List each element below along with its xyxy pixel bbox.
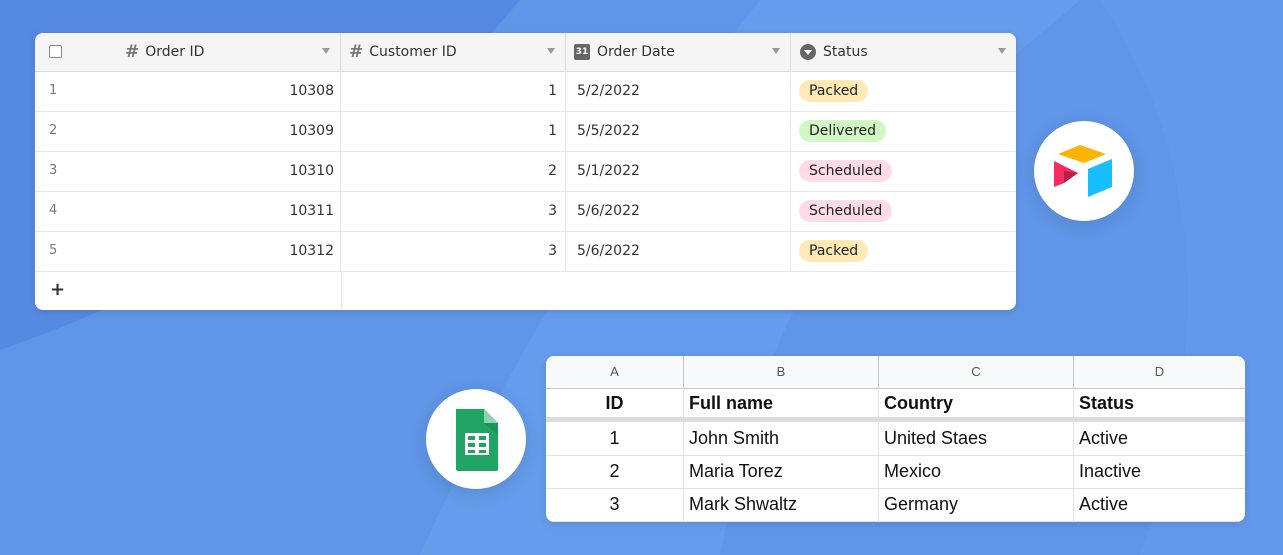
order-date-cell[interactable]: 5/6/2022 [566,231,791,271]
column-header-status[interactable]: Status [791,33,1016,71]
status-cell[interactable]: Packed [791,71,1016,111]
header-cell[interactable]: Full name [684,388,879,417]
country-cell[interactable]: Mexico [879,455,1074,488]
row-number: 2 [49,123,58,138]
column-divider [341,271,342,310]
column-letter-d[interactable]: D [1074,356,1245,388]
order-date-cell[interactable]: 5/5/2022 [566,111,791,151]
google-sheets-logo-icon [456,409,498,471]
order-date-cell[interactable]: 5/1/2022 [566,151,791,191]
full-name-cell[interactable]: Maria Torez [684,455,879,488]
column-header-order-date[interactable]: 31 Order Date [566,33,791,71]
status-cell[interactable]: Packed [791,231,1016,271]
row-number: 5 [49,243,58,258]
calendar-icon: 31 [574,44,590,60]
country-cell[interactable]: United Staes [879,422,1074,455]
order-id-cell[interactable]: 10309 [75,111,341,151]
table-header: # Order ID # Customer ID 31 Order Date S… [35,33,1016,72]
order-id-cell[interactable]: 10310 [75,151,341,191]
header-cell[interactable]: ID [546,388,684,417]
order-id-cell[interactable]: 10311 [75,191,341,231]
status-badge: Scheduled [799,200,893,222]
airtable-logo-badge [1034,121,1134,221]
chevron-down-icon[interactable] [322,48,330,54]
column-label: Status [823,44,868,60]
id-cell[interactable]: 3 [546,488,684,521]
chevron-down-icon[interactable] [772,48,780,54]
column-header-order-id[interactable]: # Order ID [75,33,341,71]
status-cell[interactable]: Active [1074,422,1245,455]
google-sheets-logo-badge [426,389,526,489]
status-badge: Scheduled [799,160,893,182]
status-badge: Packed [799,240,869,262]
column-letter-c[interactable]: C [879,356,1074,388]
add-record-button[interactable]: + [35,271,1016,310]
column-letters-bar: A B C D [546,356,1245,389]
column-header-customer-id[interactable]: # Customer ID [341,33,566,71]
header-cell[interactable]: Country [879,388,1074,417]
country-cell[interactable]: Germany [879,488,1074,521]
chevron-down-icon[interactable] [547,48,555,54]
status-cell[interactable]: Active [1074,488,1245,521]
table-row: 2 Maria Torez Mexico Inactive [546,455,1245,489]
column-label: Order ID [145,44,205,60]
status-cell[interactable]: Delivered [791,111,1016,151]
airtable-logo-icon [1054,145,1112,197]
hash-icon: # [349,42,364,62]
status-cell[interactable]: Inactive [1074,455,1245,488]
order-id-cell[interactable]: 10312 [75,231,341,271]
order-id-cell[interactable]: 10308 [75,71,341,111]
table-row: 3 Mark Shwaltz Germany Active [546,488,1245,522]
full-name-cell[interactable]: Mark Shwaltz [684,488,879,521]
select-all-checkbox[interactable] [49,45,62,58]
table-row[interactable]: 1 10308 1 5/2/2022 Packed [35,71,1016,112]
status-cell[interactable]: Scheduled [791,191,1016,231]
customer-id-cell[interactable]: 3 [341,191,566,231]
airtable-table: # Order ID # Customer ID 31 Order Date S… [35,33,1016,310]
row-number: 3 [49,163,58,178]
chevron-down-icon[interactable] [998,48,1006,54]
google-sheets-table: A B C D ID Full name Country Status 1 Joh… [546,356,1245,522]
single-select-icon [800,44,816,60]
header-cell[interactable]: Status [1074,388,1245,417]
select-all-cell [35,33,75,71]
id-cell[interactable]: 1 [546,422,684,455]
customer-id-cell[interactable]: 1 [341,111,566,151]
customer-id-cell[interactable]: 3 [341,231,566,271]
table-row[interactable]: 3 10310 2 5/1/2022 Scheduled [35,151,1016,192]
customer-id-cell[interactable]: 1 [341,71,566,111]
order-date-cell[interactable]: 5/2/2022 [566,71,791,111]
column-letter-a[interactable]: A [546,356,684,388]
table-row[interactable]: 5 10312 3 5/6/2022 Packed [35,231,1016,272]
status-badge: Delivered [799,120,887,142]
customer-id-cell[interactable]: 2 [341,151,566,191]
order-date-cell[interactable]: 5/6/2022 [566,191,791,231]
status-cell[interactable]: Scheduled [791,151,1016,191]
hash-icon: # [125,42,140,62]
row-number: 4 [49,203,58,218]
column-label: Order Date [597,44,675,60]
row-number: 1 [49,83,58,98]
column-letter-b[interactable]: B [684,356,879,388]
table-row: 1 John Smith United Staes Active [546,422,1245,456]
plus-icon: + [50,279,66,300]
table-row[interactable]: 4 10311 3 5/6/2022 Scheduled [35,191,1016,232]
column-label: Customer ID [369,44,457,60]
id-cell[interactable]: 2 [546,455,684,488]
status-badge: Packed [799,80,869,102]
header-row: ID Full name Country Status [546,388,1245,418]
table-row[interactable]: 2 10309 1 5/5/2022 Delivered [35,111,1016,152]
full-name-cell[interactable]: John Smith [684,422,879,455]
